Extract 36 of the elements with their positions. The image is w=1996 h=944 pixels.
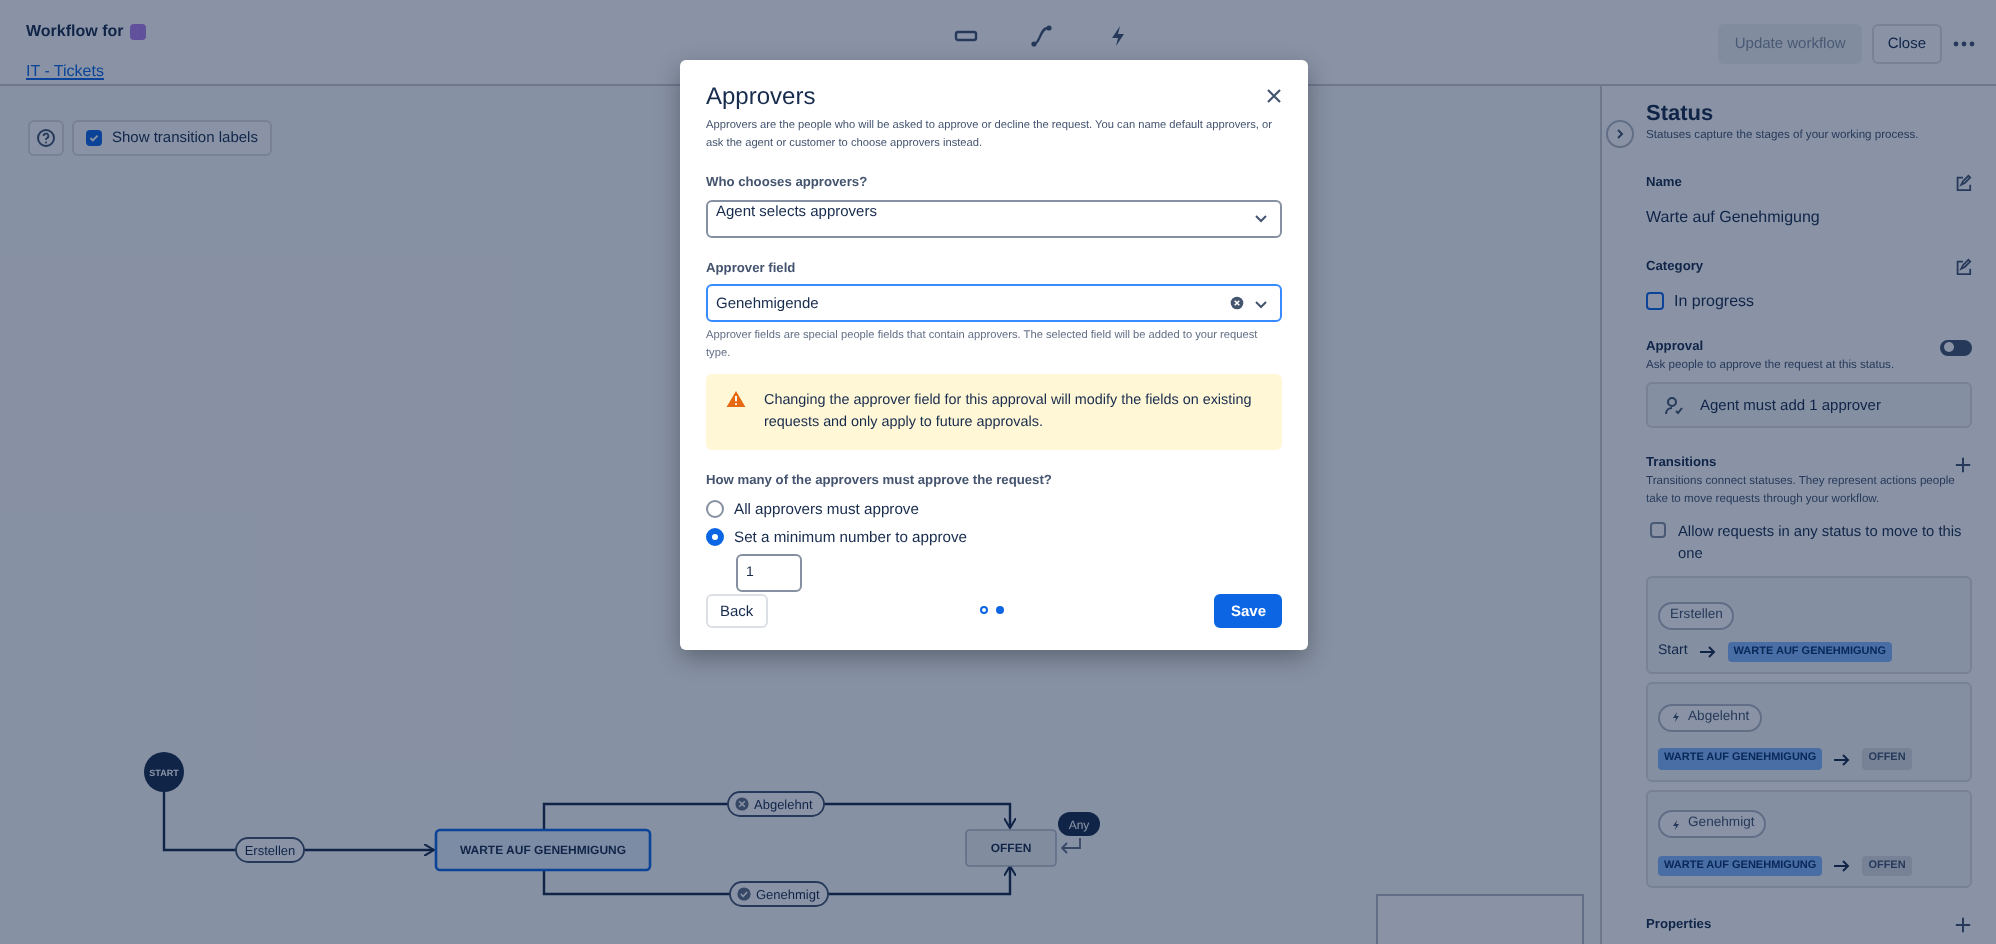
transition-icon[interactable]: [1029, 24, 1054, 48]
radio-button[interactable]: [706, 499, 724, 518]
person-check-icon: [1664, 395, 1684, 416]
edit-icon[interactable]: [1954, 174, 1972, 193]
status-name: Warte auf Genehmigung: [1646, 205, 1822, 230]
panel-title: Status: [1646, 102, 1716, 129]
approval-toggle[interactable]: [1940, 339, 1972, 356]
step-indicator[interactable]: [979, 606, 988, 615]
add-icon[interactable]: [1954, 455, 1972, 474]
edit-icon[interactable]: [1954, 258, 1972, 277]
return-arrow-icon: [1060, 837, 1081, 854]
help-button[interactable]: [28, 120, 64, 156]
chevron-right-icon: [1614, 128, 1626, 140]
clear-icon[interactable]: [1230, 296, 1244, 311]
radio-button[interactable]: [706, 528, 724, 547]
lightning-icon: [1670, 817, 1682, 832]
chevron-down-icon: [1254, 212, 1268, 224]
step-indicator[interactable]: [995, 606, 1004, 615]
category-value: In progress: [1674, 289, 1755, 314]
expand-button[interactable]: [1606, 120, 1634, 148]
chevron-down-icon: [1254, 297, 1268, 310]
project-icon: [129, 24, 146, 40]
arrow-right-icon: [1834, 753, 1851, 766]
arrow-right-icon: [1834, 859, 1851, 872]
help-icon: [36, 128, 56, 148]
dialog-title: Approvers: [706, 82, 816, 111]
add-icon[interactable]: [1954, 916, 1972, 935]
lightning-icon: [1670, 710, 1682, 725]
checkbox[interactable]: [86, 130, 102, 146]
checkbox[interactable]: [1650, 521, 1666, 538]
arrow-right-icon: [1699, 646, 1716, 659]
checkbox[interactable]: [1646, 292, 1664, 311]
warning-icon: [726, 390, 746, 409]
project-link[interactable]: IT - Tickets: [26, 62, 104, 80]
close-icon[interactable]: [1266, 88, 1282, 105]
workflow-title: Workflow for: [26, 20, 124, 44]
